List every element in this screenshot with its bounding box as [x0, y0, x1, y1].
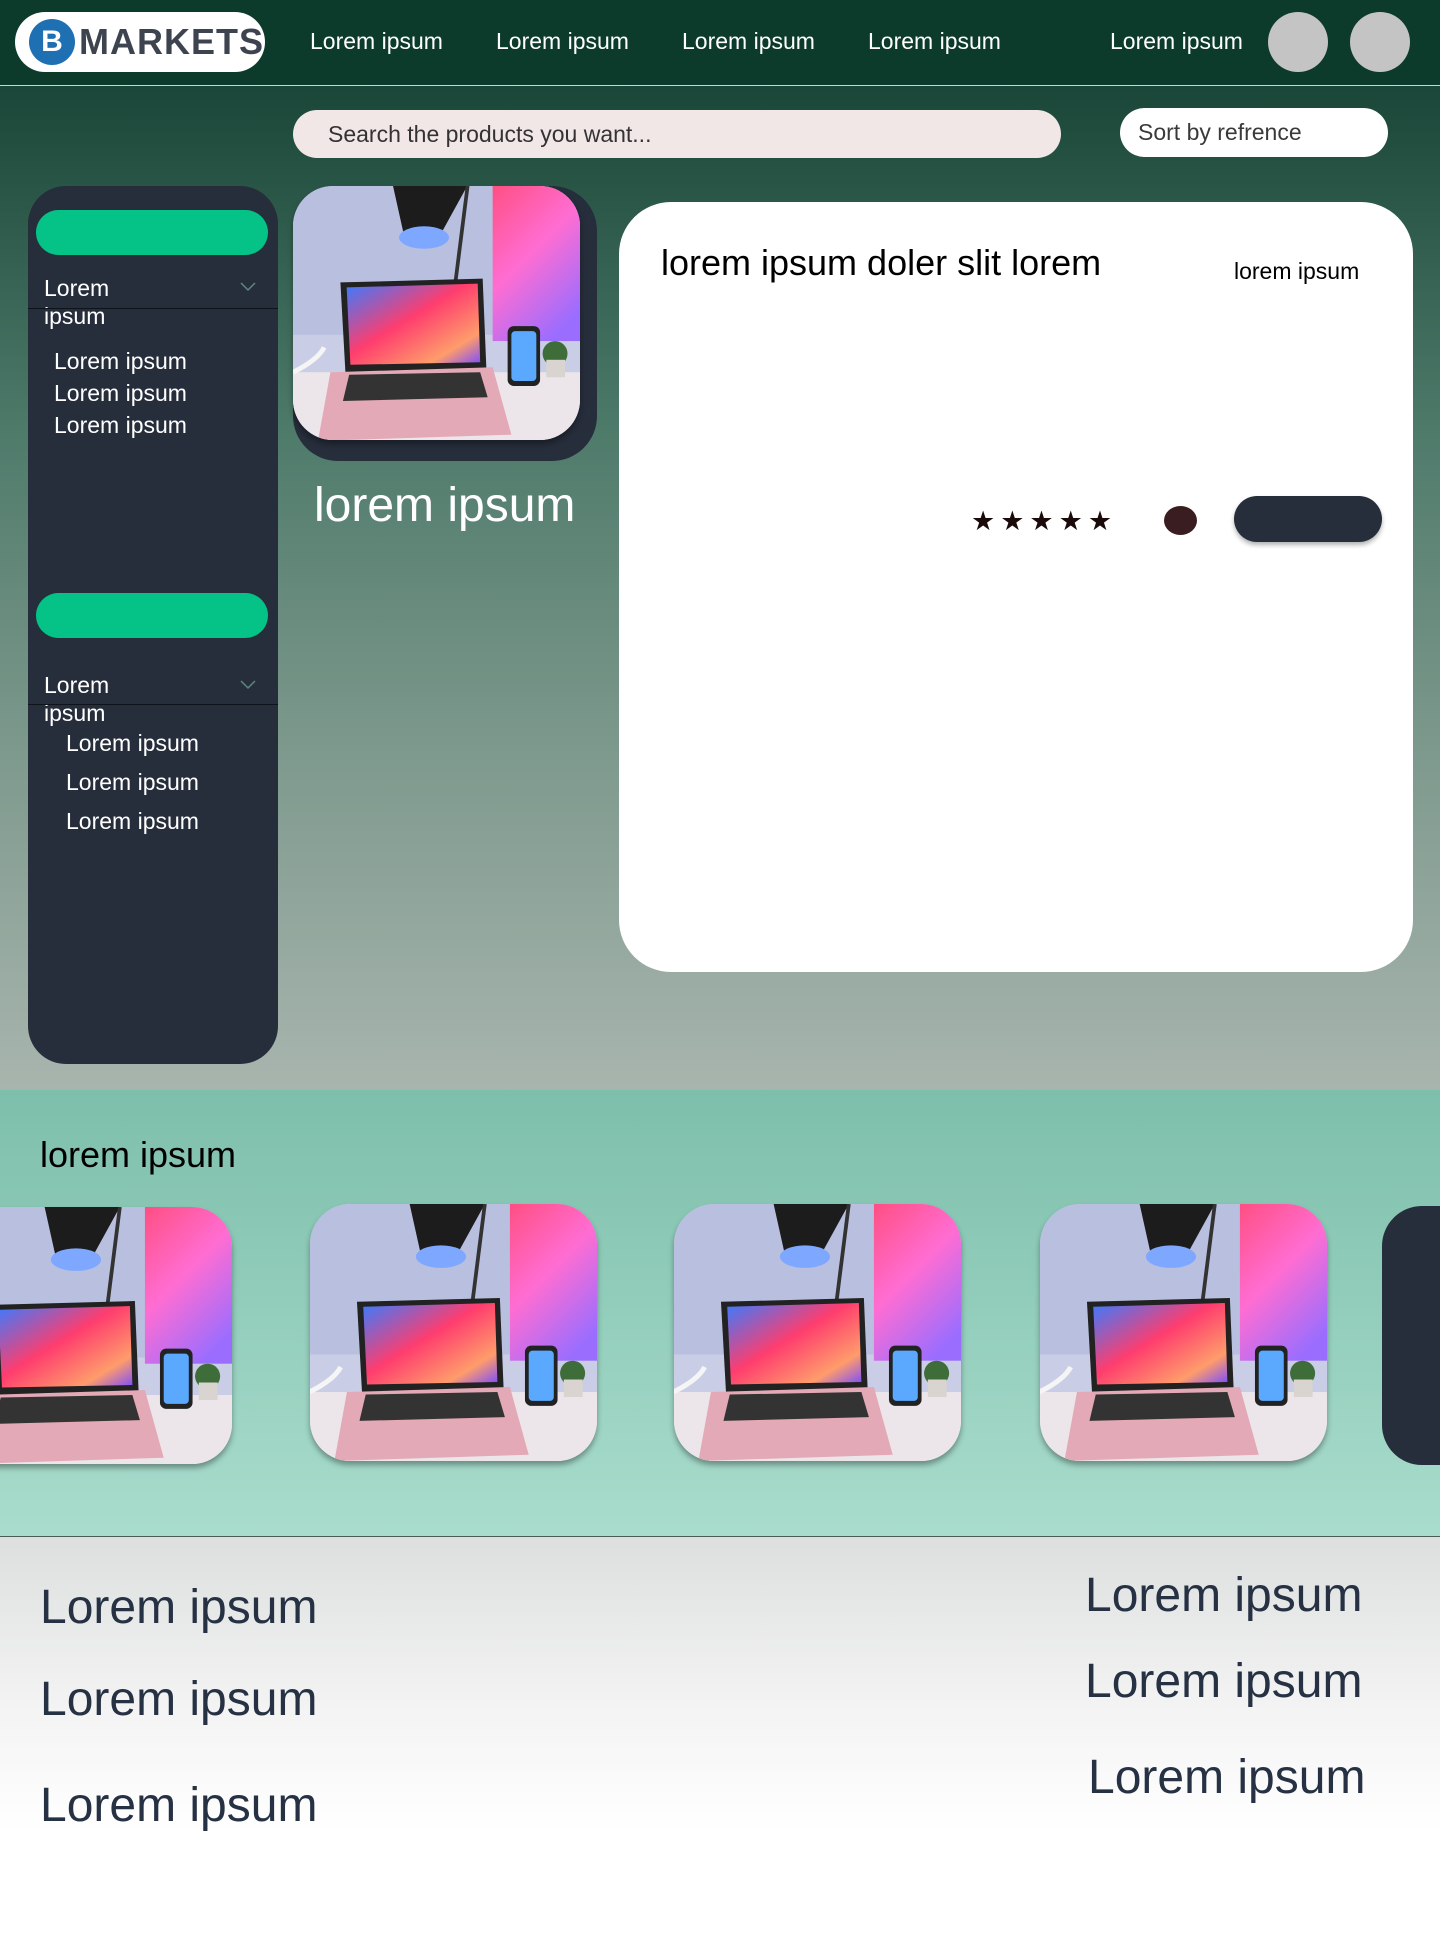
footer-link[interactable]: Lorem ipsum: [40, 1580, 317, 1635]
footer: Lorem ipsum Lorem ipsum Lorem ipsum Lore…: [0, 1537, 1440, 1956]
chevron-down-icon[interactable]: [238, 276, 258, 296]
footer-link[interactable]: Lorem ipsum: [1085, 1568, 1362, 1623]
featured-product-title: lorem ipsum: [314, 479, 576, 532]
logo-text: MARKETS: [79, 21, 264, 62]
footer-link[interactable]: Lorem ipsum: [1085, 1654, 1362, 1709]
nav-link-2[interactable]: Lorem ipsum: [496, 28, 629, 55]
filter-sidebar: Lorem ipsum Lorem ipsum Lorem ipsum Lore…: [28, 186, 278, 1064]
nav-link-4[interactable]: Lorem ipsum: [868, 28, 1001, 55]
filter-option[interactable]: Lorem ipsum: [66, 769, 199, 796]
filter-option[interactable]: Lorem ipsum: [54, 380, 187, 407]
divider: [28, 308, 278, 309]
nav-link-3[interactable]: Lorem ipsum: [682, 28, 815, 55]
star-rating[interactable]: ★★★★★: [971, 506, 1117, 537]
product-title: lorem ipsum doler slit lorem: [661, 242, 1102, 283]
cart-icon[interactable]: [1268, 12, 1328, 72]
carousel-item[interactable]: [1040, 1204, 1327, 1461]
color-swatch[interactable]: [1164, 506, 1197, 535]
add-to-cart-button[interactable]: [1234, 496, 1382, 542]
carousel-next-button[interactable]: [1382, 1206, 1440, 1465]
footer-link[interactable]: Lorem ipsum: [40, 1672, 317, 1727]
filter-heading-1[interactable]: Lorem ipsum: [44, 274, 164, 330]
nav-link-right[interactable]: Lorem ipsum: [1110, 28, 1243, 55]
filter-option[interactable]: Lorem ipsum: [54, 348, 187, 375]
carousel-item[interactable]: [310, 1204, 597, 1461]
filter-button-2[interactable]: [36, 593, 268, 638]
nav-link-1[interactable]: Lorem ipsum: [310, 28, 443, 55]
chevron-down-icon[interactable]: [238, 674, 258, 694]
footer-link[interactable]: Lorem ipsum: [1088, 1750, 1365, 1805]
product-carousel: lorem ipsum: [0, 1090, 1440, 1537]
filter-option[interactable]: Lorem ipsum: [66, 808, 199, 835]
logo-badge: B: [29, 19, 75, 65]
avatar[interactable]: [1350, 12, 1410, 72]
product-image[interactable]: [293, 186, 580, 440]
filter-option[interactable]: Lorem ipsum: [54, 412, 187, 439]
carousel-item[interactable]: [674, 1204, 961, 1461]
filter-option[interactable]: Lorem ipsum: [66, 730, 199, 757]
divider: [28, 704, 278, 705]
filter-button-1[interactable]: [36, 210, 268, 255]
carousel-title: lorem ipsum: [40, 1134, 237, 1175]
filter-heading-2[interactable]: Lorem ipsum: [44, 671, 164, 727]
carousel-item[interactable]: [0, 1207, 232, 1464]
brand-logo[interactable]: B MARKETS: [15, 12, 265, 72]
search-input[interactable]: [293, 110, 1061, 158]
top-navbar: B MARKETS Lorem ipsum Lorem ipsum Lorem …: [0, 0, 1440, 86]
sort-dropdown[interactable]: Sort by refrence: [1120, 108, 1388, 157]
product-detail-panel: lorem ipsum doler slit lorem lorem ipsum…: [619, 202, 1413, 972]
footer-link[interactable]: Lorem ipsum: [40, 1778, 317, 1833]
product-subtitle: lorem ipsum: [1234, 258, 1360, 284]
